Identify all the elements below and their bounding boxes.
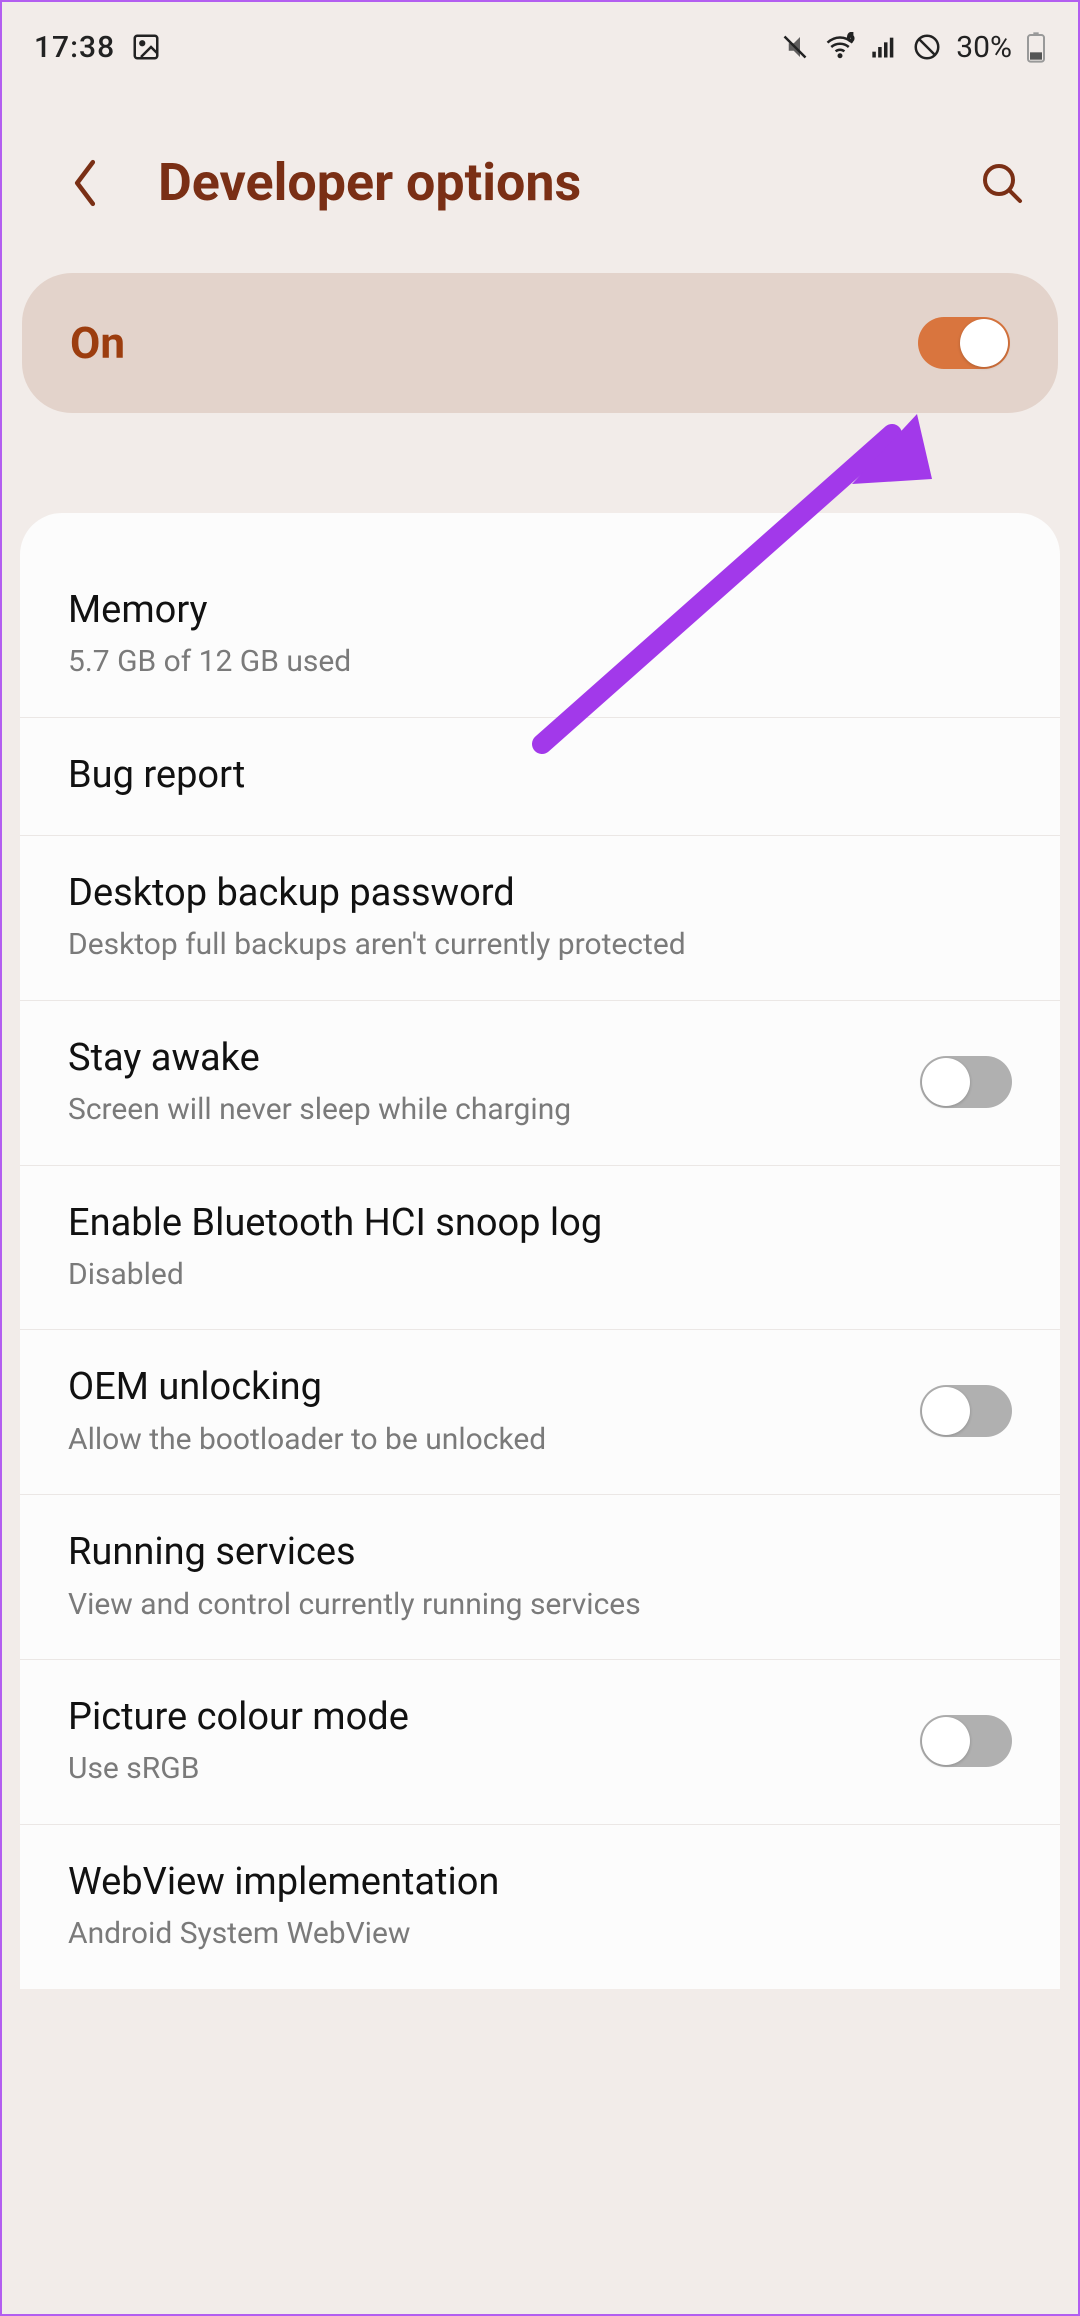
page-title: Developer options [158, 152, 974, 213]
item-sub: Use sRGB [68, 1749, 920, 1790]
picture-icon [131, 32, 161, 62]
toggle-picture-colour[interactable] [920, 1715, 1012, 1767]
item-sub: Screen will never sleep while charging [68, 1090, 920, 1131]
item-sub: Allow the bootloader to be unlocked [68, 1420, 920, 1461]
item-title: Enable Bluetooth HCI snoop log [68, 1198, 1012, 1249]
item-memory[interactable]: Memory 5.7 GB of 12 GB used [20, 553, 1060, 718]
status-time: 17:38 [34, 30, 115, 65]
status-left: 17:38 [34, 30, 161, 65]
item-bug-report[interactable]: Bug report [20, 718, 1060, 836]
master-toggle-row[interactable]: On [22, 273, 1058, 413]
signal-icon [870, 33, 898, 61]
toggle-oem-unlocking[interactable] [920, 1385, 1012, 1437]
item-title: Bug report [68, 750, 1012, 801]
search-button[interactable] [974, 159, 1030, 207]
toggle-stay-awake[interactable] [920, 1056, 1012, 1108]
item-title: Desktop backup password [68, 868, 1012, 919]
item-title: WebView implementation [68, 1857, 1012, 1908]
wifi-icon: 6 [824, 32, 856, 62]
item-sub: 5.7 GB of 12 GB used [68, 642, 1012, 683]
battery-icon [1026, 31, 1046, 63]
item-title: Memory [68, 585, 1012, 636]
item-sub: Desktop full backups aren't currently pr… [68, 925, 1012, 966]
item-title: Picture colour mode [68, 1692, 920, 1743]
status-bar: 17:38 6 [2, 2, 1078, 82]
item-running-services[interactable]: Running services View and control curren… [20, 1495, 1060, 1660]
item-stay-awake[interactable]: Stay awake Screen will never sleep while… [20, 1001, 1060, 1166]
item-sub: Disabled [68, 1255, 1012, 1296]
item-desktop-backup-password[interactable]: Desktop backup password Desktop full bac… [20, 836, 1060, 1001]
item-title: Running services [68, 1527, 1012, 1578]
do-not-disturb-icon [912, 32, 942, 62]
item-webview-implementation[interactable]: WebView implementation Android System We… [20, 1825, 1060, 1989]
item-picture-colour-mode[interactable]: Picture colour mode Use sRGB [20, 1660, 1060, 1825]
master-toggle-label: On [70, 317, 125, 369]
status-right: 6 30% [780, 30, 1046, 65]
item-sub: View and control currently running servi… [68, 1585, 1012, 1626]
svg-text:6: 6 [848, 32, 854, 44]
master-toggle-switch[interactable] [918, 317, 1010, 369]
header: Developer options [2, 82, 1078, 263]
item-bluetooth-hci[interactable]: Enable Bluetooth HCI snoop log Disabled [20, 1166, 1060, 1331]
settings-list: Memory 5.7 GB of 12 GB used Bug report D… [20, 513, 1060, 1989]
item-title: Stay awake [68, 1033, 920, 1084]
item-oem-unlocking[interactable]: OEM unlocking Allow the bootloader to be… [20, 1330, 1060, 1495]
battery-percent: 30% [956, 30, 1012, 65]
vibrate-mute-icon [780, 32, 810, 62]
back-button[interactable] [60, 157, 110, 209]
item-sub: Android System WebView [68, 1914, 1012, 1955]
item-title: OEM unlocking [68, 1362, 920, 1413]
